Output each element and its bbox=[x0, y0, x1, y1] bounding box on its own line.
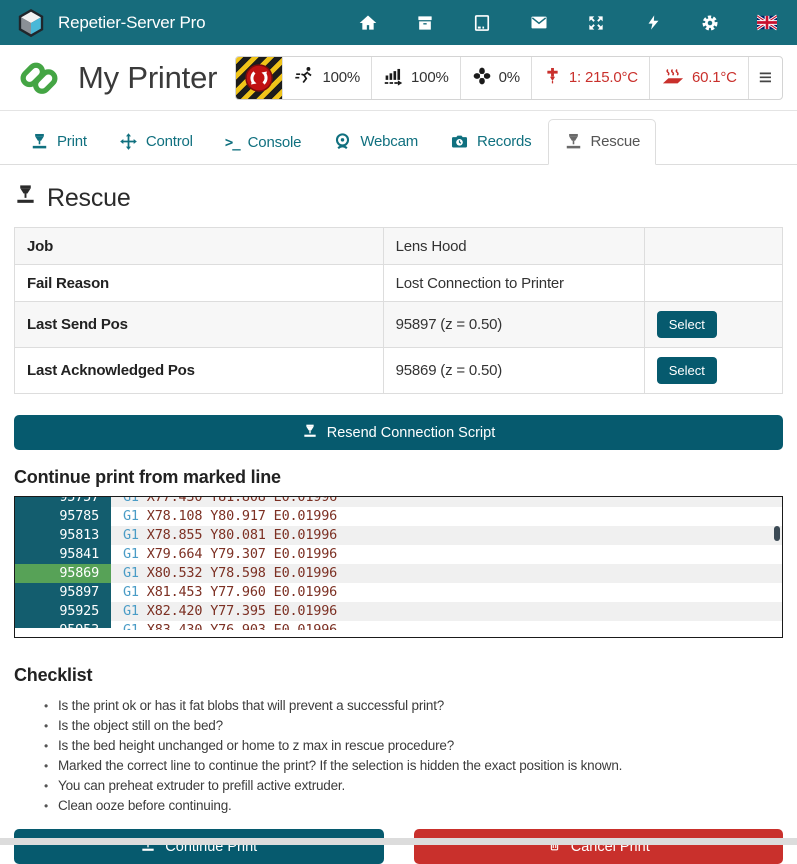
gcode-line-selector: 95757G1 X77.430 Y81.808 E0.01996 95785G1… bbox=[14, 496, 783, 638]
gcode-line[interactable]: 95897G1 X81.453 Y77.960 E0.01996 bbox=[15, 583, 782, 602]
printer-icon bbox=[302, 423, 318, 443]
fan-icon bbox=[472, 66, 492, 90]
row-label: Fail Reason bbox=[15, 265, 384, 302]
printer-header: My Printer bbox=[0, 45, 797, 111]
row-label: Last Send Pos bbox=[15, 302, 384, 348]
printer-name: My Printer bbox=[78, 60, 217, 96]
tab-label: Records bbox=[477, 133, 531, 150]
checklist-item: Marked the correct line to continue the … bbox=[44, 756, 783, 776]
checklist-item: Is the bed height unchanged or home to z… bbox=[44, 736, 783, 756]
connected-link-icon bbox=[16, 57, 62, 99]
tab-rescue[interactable]: Rescue bbox=[548, 119, 657, 165]
checklist-item: Is the object still on the bed? bbox=[44, 716, 783, 736]
table-row: Last Acknowledged Pos 95869 (z = 0.50) S… bbox=[15, 348, 783, 394]
flow-multiplier[interactable]: 100% bbox=[371, 57, 460, 99]
settings-gear-icon[interactable] bbox=[700, 13, 720, 33]
emergency-stop-button[interactable] bbox=[236, 57, 282, 99]
app-title: Repetier-Server Pro bbox=[58, 13, 205, 33]
extruder-temp-value: 1: 215.0°C bbox=[569, 69, 638, 86]
webcam-icon bbox=[333, 132, 352, 151]
speed-icon bbox=[294, 65, 315, 90]
move-control-icon bbox=[119, 132, 138, 151]
select-last-send-pos-button[interactable]: Select bbox=[657, 311, 717, 338]
tab-label: Console bbox=[248, 134, 302, 151]
gcode-line-selected[interactable]: 95869G1 X80.532 Y78.598 E0.01996 bbox=[15, 564, 782, 583]
checklist-item: Clean ooze before continuing. bbox=[44, 796, 783, 816]
row-value: Lost Connection to Printer bbox=[383, 265, 644, 302]
speed-multiplier[interactable]: 100% bbox=[282, 57, 371, 99]
rescue-heading: Rescue bbox=[14, 183, 783, 213]
row-value: Lens Hood bbox=[383, 228, 644, 265]
gcode-line[interactable]: 95813G1 X78.855 Y80.081 E0.01996 bbox=[15, 526, 782, 545]
print-icon bbox=[30, 132, 49, 151]
action-buttons: Continue Print Cancel Print bbox=[14, 829, 783, 864]
gcode-line[interactable]: 95925G1 X82.420 Y77.395 E0.01996 bbox=[15, 602, 782, 621]
bed-temp-value: 60.1°C bbox=[692, 69, 737, 86]
checklist: Is the print ok or has it fat blobs that… bbox=[44, 696, 783, 816]
flow-icon bbox=[383, 65, 404, 90]
heated-bed-icon bbox=[661, 65, 685, 91]
book-icon[interactable] bbox=[472, 13, 492, 33]
table-row: Job Lens Hood bbox=[15, 228, 783, 265]
app-logo-icon[interactable] bbox=[16, 8, 46, 38]
flow-value: 100% bbox=[411, 69, 449, 86]
rescue-panel: Rescue Job Lens Hood Fail Reason Lost Co… bbox=[0, 183, 797, 864]
printer-menu-button[interactable]: ≡ bbox=[748, 57, 782, 99]
row-value: 95869 (z = 0.50) bbox=[383, 348, 644, 394]
table-row: Last Send Pos 95897 (z = 0.50) Select bbox=[15, 302, 783, 348]
rescue-info-table: Job Lens Hood Fail Reason Lost Connectio… bbox=[14, 227, 783, 394]
row-label: Job bbox=[15, 228, 384, 265]
tab-console[interactable]: >_ Console bbox=[209, 121, 318, 165]
continue-from-line-heading: Continue print from marked line bbox=[14, 467, 783, 488]
bed-temperature[interactable]: 60.1°C bbox=[649, 57, 748, 99]
page-bottom-strip bbox=[0, 838, 797, 845]
records-camera-icon bbox=[450, 132, 469, 151]
mail-icon[interactable] bbox=[529, 13, 549, 33]
gcode-line[interactable]: 95785G1 X78.108 Y80.917 E0.01996 bbox=[15, 507, 782, 526]
gcode-scrollbar-thumb[interactable] bbox=[774, 526, 780, 541]
gcode-line[interactable]: 95953G1 X83.430 Y76.903 E0.01996 bbox=[15, 621, 782, 630]
resend-connection-script-button[interactable]: Resend Connection Script bbox=[14, 415, 783, 450]
row-label: Last Acknowledged Pos bbox=[15, 348, 384, 394]
home-icon[interactable] bbox=[358, 13, 378, 33]
continue-print-button[interactable]: Continue Print bbox=[14, 829, 384, 864]
rescue-printer-icon bbox=[564, 132, 583, 151]
tab-webcam[interactable]: Webcam bbox=[317, 119, 434, 165]
emergency-hazard-icon bbox=[236, 57, 282, 99]
checklist-item: You can preheat extruder to prefill acti… bbox=[44, 776, 783, 796]
tab-print[interactable]: Print bbox=[14, 119, 103, 165]
tab-label: Rescue bbox=[591, 133, 641, 150]
expand-icon[interactable] bbox=[586, 13, 606, 33]
top-navbar: Repetier-Server Pro bbox=[0, 0, 797, 45]
row-value: 95897 (z = 0.50) bbox=[383, 302, 644, 348]
extruder-icon bbox=[543, 66, 562, 89]
select-last-acknowledged-pos-button[interactable]: Select bbox=[657, 357, 717, 384]
tab-control[interactable]: Control bbox=[103, 119, 209, 165]
tab-label: Print bbox=[57, 133, 87, 150]
archive-box-icon[interactable] bbox=[415, 13, 435, 33]
printer-tabs: Print Control >_ Console Webcam bbox=[0, 111, 797, 165]
table-row: Fail Reason Lost Connection to Printer bbox=[15, 265, 783, 302]
checklist-item: Is the print ok or has it fat blobs that… bbox=[44, 696, 783, 716]
checklist-heading: Checklist bbox=[14, 665, 783, 686]
tab-label: Control bbox=[146, 133, 193, 150]
cancel-print-button[interactable]: Cancel Print bbox=[414, 829, 784, 864]
tab-label: Webcam bbox=[360, 133, 418, 150]
fan-value: 0% bbox=[499, 69, 520, 86]
fan-status[interactable]: 0% bbox=[460, 57, 531, 99]
language-flag-icon-en[interactable] bbox=[757, 13, 777, 33]
rescue-heading-icon bbox=[14, 183, 37, 213]
gcode-line[interactable]: 95841G1 X79.664 Y79.307 E0.01996 bbox=[15, 545, 782, 564]
tab-records[interactable]: Records bbox=[434, 119, 547, 165]
gcode-line[interactable]: 95757G1 X77.430 Y81.808 E0.01996 bbox=[15, 497, 782, 507]
navbar-menu bbox=[358, 13, 781, 33]
bolt-icon[interactable] bbox=[643, 13, 663, 33]
speed-value: 100% bbox=[322, 69, 360, 86]
extruder-temperature[interactable]: 1: 215.0°C bbox=[531, 57, 649, 99]
printer-status-bar: 100% 100% bbox=[235, 56, 783, 100]
console-icon: >_ bbox=[225, 135, 240, 151]
